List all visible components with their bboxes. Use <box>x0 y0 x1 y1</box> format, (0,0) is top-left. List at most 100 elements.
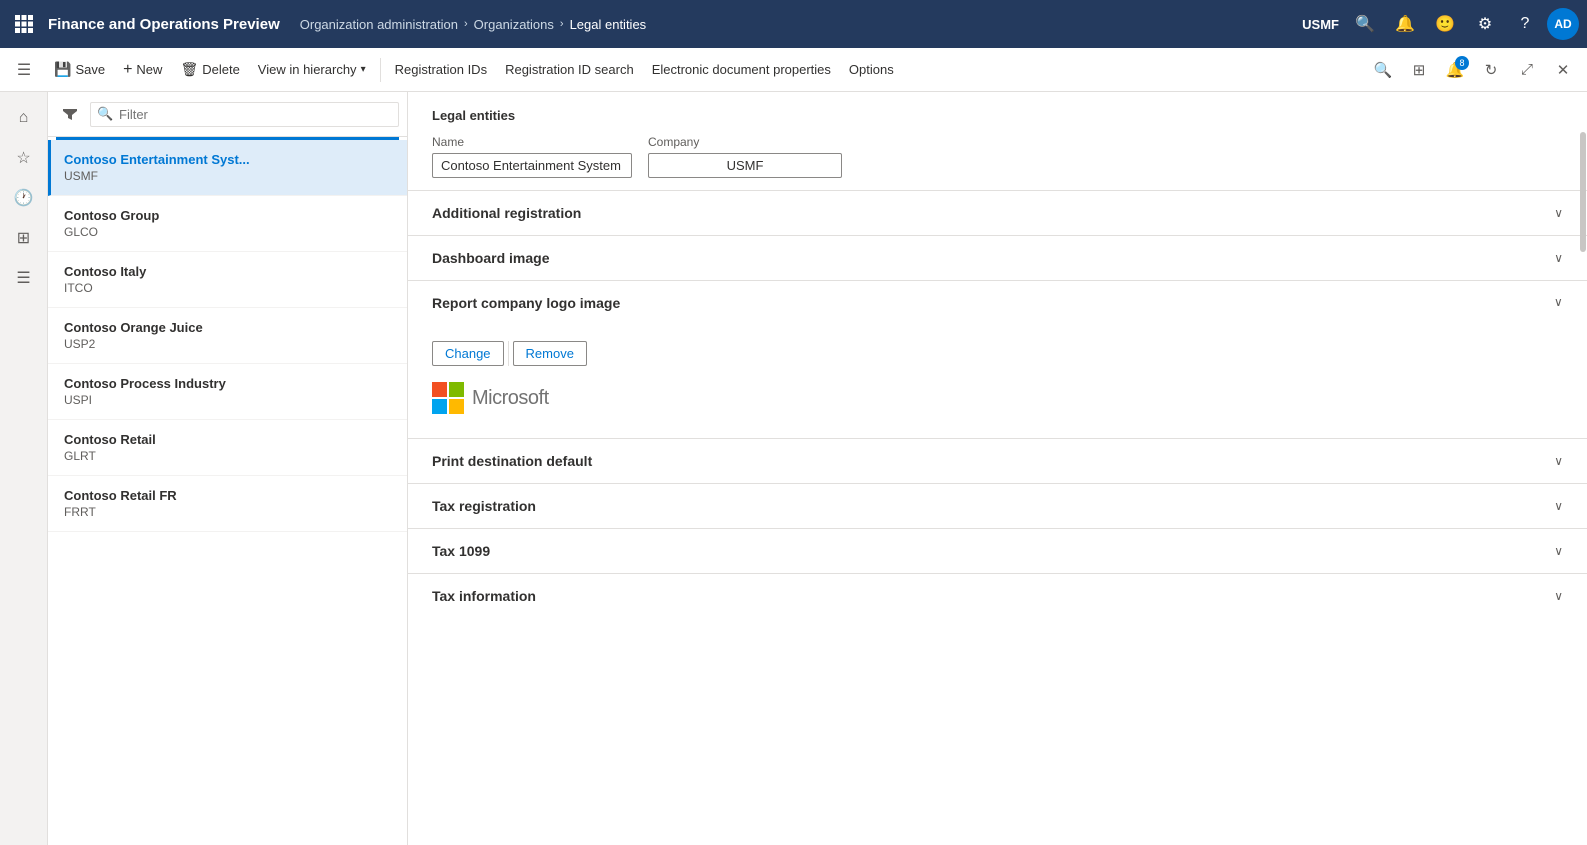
sections-container: Additional registration ∨ Dashboard imag… <box>408 190 1587 618</box>
filter-input[interactable] <box>90 102 399 127</box>
section-title-additional_registration: Additional registration <box>432 205 581 221</box>
delete-button[interactable]: 🗑 Delete <box>172 57 247 82</box>
section-tax_information: Tax information ∨ <box>408 573 1587 618</box>
detail-scrollbar[interactable] <box>1579 92 1587 845</box>
section-tax_registration: Tax registration ∨ <box>408 483 1587 528</box>
name-field-group: Name <box>432 135 632 178</box>
filter-btn[interactable] <box>56 100 84 128</box>
entity-code: USPI <box>64 393 391 407</box>
registration-id-search-button[interactable]: Registration ID search <box>497 58 642 81</box>
workspaces-nav-btn[interactable]: ⊞ <box>6 220 42 256</box>
entity-code: FRRT <box>64 505 391 519</box>
plus-icon: + <box>123 61 132 79</box>
top-bar: Finance and Operations Preview Organizat… <box>0 0 1587 48</box>
entity-list-item[interactable]: Contoso Retail FR FRRT <box>48 476 407 532</box>
section-header-additional_registration[interactable]: Additional registration ∨ <box>408 191 1587 235</box>
section-chevron-tax_1099: ∨ <box>1554 544 1563 558</box>
smiley-btn[interactable]: 🙂 <box>1427 6 1463 42</box>
company-label: Company <box>648 135 842 149</box>
entity-list-item[interactable]: Contoso Entertainment Syst... USMF <box>48 140 407 196</box>
user-avatar[interactable]: AD <box>1547 8 1579 40</box>
entity-list-item[interactable]: Contoso Process Industry USPI <box>48 364 407 420</box>
detail-fields: Name Company <box>432 135 1563 178</box>
section-header-tax_registration[interactable]: Tax registration ∨ <box>408 484 1587 528</box>
section-chevron-print_destination: ∨ <box>1554 454 1563 468</box>
help-btn[interactable]: ? <box>1507 6 1543 42</box>
section-chevron-report_company_logo: ∧ <box>1554 296 1563 310</box>
breadcrumb-item-1[interactable]: Organization administration <box>300 17 458 32</box>
change-logo-button[interactable]: Change <box>432 341 504 366</box>
close-btn[interactable]: ✕ <box>1547 54 1579 86</box>
section-header-tax_information[interactable]: Tax information ∨ <box>408 574 1587 618</box>
search-filter-btn[interactable]: 🔍 <box>1367 54 1399 86</box>
registration-ids-button[interactable]: Registration IDs <box>387 58 495 81</box>
refresh-btn[interactable]: ↻ <box>1475 54 1507 86</box>
section-print_destination: Print destination default ∨ <box>408 438 1587 483</box>
save-icon: 💾 <box>54 61 71 78</box>
detail-header: Legal entities Name Company <box>408 92 1587 190</box>
settings-btn[interactable]: ⚙ <box>1467 6 1503 42</box>
message-center-btn[interactable]: 🔔 8 <box>1439 54 1471 86</box>
toolbar-separator-1 <box>380 58 381 82</box>
section-title-tax_1099: Tax 1099 <box>432 543 490 559</box>
save-button[interactable]: 💾 Save <box>46 57 113 82</box>
ms-green <box>449 382 464 397</box>
column-chooser-btn[interactable]: ⊞ <box>1403 54 1435 86</box>
section-header-dashboard_image[interactable]: Dashboard image ∨ <box>408 236 1587 280</box>
entity-list-item[interactable]: Contoso Retail GLRT <box>48 420 407 476</box>
entity-code: USMF <box>64 169 391 183</box>
filter-input-wrap: 🔍 <box>90 102 399 127</box>
modules-nav-btn[interactable]: ☰ <box>6 260 42 296</box>
entity-name: Contoso Entertainment Syst... <box>64 152 391 167</box>
entity-code: GLRT <box>64 449 391 463</box>
top-bar-right: USMF 🔍 🔔 🙂 ⚙ ? AD <box>1302 6 1579 42</box>
section-header-report_company_logo[interactable]: Report company logo image ∧ <box>408 281 1587 325</box>
section-title-print_destination: Print destination default <box>432 453 592 469</box>
notification-bell-btn[interactable]: 🔔 <box>1387 6 1423 42</box>
detail-scroll-thumb <box>1580 132 1586 252</box>
recent-nav-btn[interactable]: 🕐 <box>6 180 42 216</box>
entity-name: Contoso Italy <box>64 264 391 279</box>
entity-list-item[interactable]: Contoso Italy ITCO <box>48 252 407 308</box>
name-label: Name <box>432 135 632 149</box>
entity-name: Contoso Process Industry <box>64 376 391 391</box>
favorites-nav-btn[interactable]: ☆ <box>6 140 42 176</box>
section-header-tax_1099[interactable]: Tax 1099 ∨ <box>408 529 1587 573</box>
search-icon-btn[interactable]: 🔍 <box>1347 6 1383 42</box>
company-input[interactable] <box>648 153 842 178</box>
main-layout: ⌂ ☆ 🕐 ⊞ ☰ 🔍 Contoso Entertainment Syst..… <box>0 92 1587 845</box>
section-title-tax_information: Tax information <box>432 588 536 604</box>
new-button[interactable]: + New <box>115 57 170 83</box>
side-nav: ⌂ ☆ 🕐 ⊞ ☰ <box>0 92 48 845</box>
section-header-print_destination[interactable]: Print destination default ∨ <box>408 439 1587 483</box>
view-hierarchy-button[interactable]: View in hierarchy ▾ <box>250 58 374 81</box>
remove-logo-button[interactable]: Remove <box>513 341 587 366</box>
name-input[interactable] <box>432 153 632 178</box>
company-field-group: Company <box>648 135 842 178</box>
breadcrumb-item-2[interactable]: Organizations <box>474 17 554 32</box>
entity-list: 🔍 Contoso Entertainment Syst... USMF Con… <box>48 92 408 845</box>
microsoft-grid-icon <box>432 382 464 414</box>
entity-list-toolbar: 🔍 <box>48 92 407 137</box>
entity-list-item[interactable]: Contoso Orange Juice USP2 <box>48 308 407 364</box>
app-title: Finance and Operations Preview <box>48 16 280 33</box>
ms-red <box>432 382 447 397</box>
breadcrumb-chevron-1: › <box>464 18 468 30</box>
filter-search-icon: 🔍 <box>97 106 113 122</box>
detail-page-title: Legal entities <box>432 108 1563 123</box>
entity-name: Contoso Group <box>64 208 391 223</box>
chevron-down-icon: ▾ <box>361 64 366 75</box>
electronic-document-button[interactable]: Electronic document properties <box>644 58 839 81</box>
breadcrumb-chevron-2: › <box>560 18 564 30</box>
section-chevron-dashboard_image: ∨ <box>1554 251 1563 265</box>
entity-items: Contoso Entertainment Syst... USMF Conto… <box>48 140 407 845</box>
ms-blue <box>432 399 447 414</box>
breadcrumb-item-3: Legal entities <box>570 17 647 32</box>
waffle-icon[interactable] <box>8 8 40 40</box>
home-nav-btn[interactable]: ⌂ <box>6 100 42 136</box>
options-button[interactable]: Options <box>841 58 902 81</box>
open-new-window-btn[interactable]: ⤢ <box>1511 54 1543 86</box>
entity-list-item[interactable]: Contoso Group GLCO <box>48 196 407 252</box>
hamburger-btn[interactable]: ☰ <box>8 54 40 86</box>
delete-icon: 🗑 <box>180 61 198 78</box>
